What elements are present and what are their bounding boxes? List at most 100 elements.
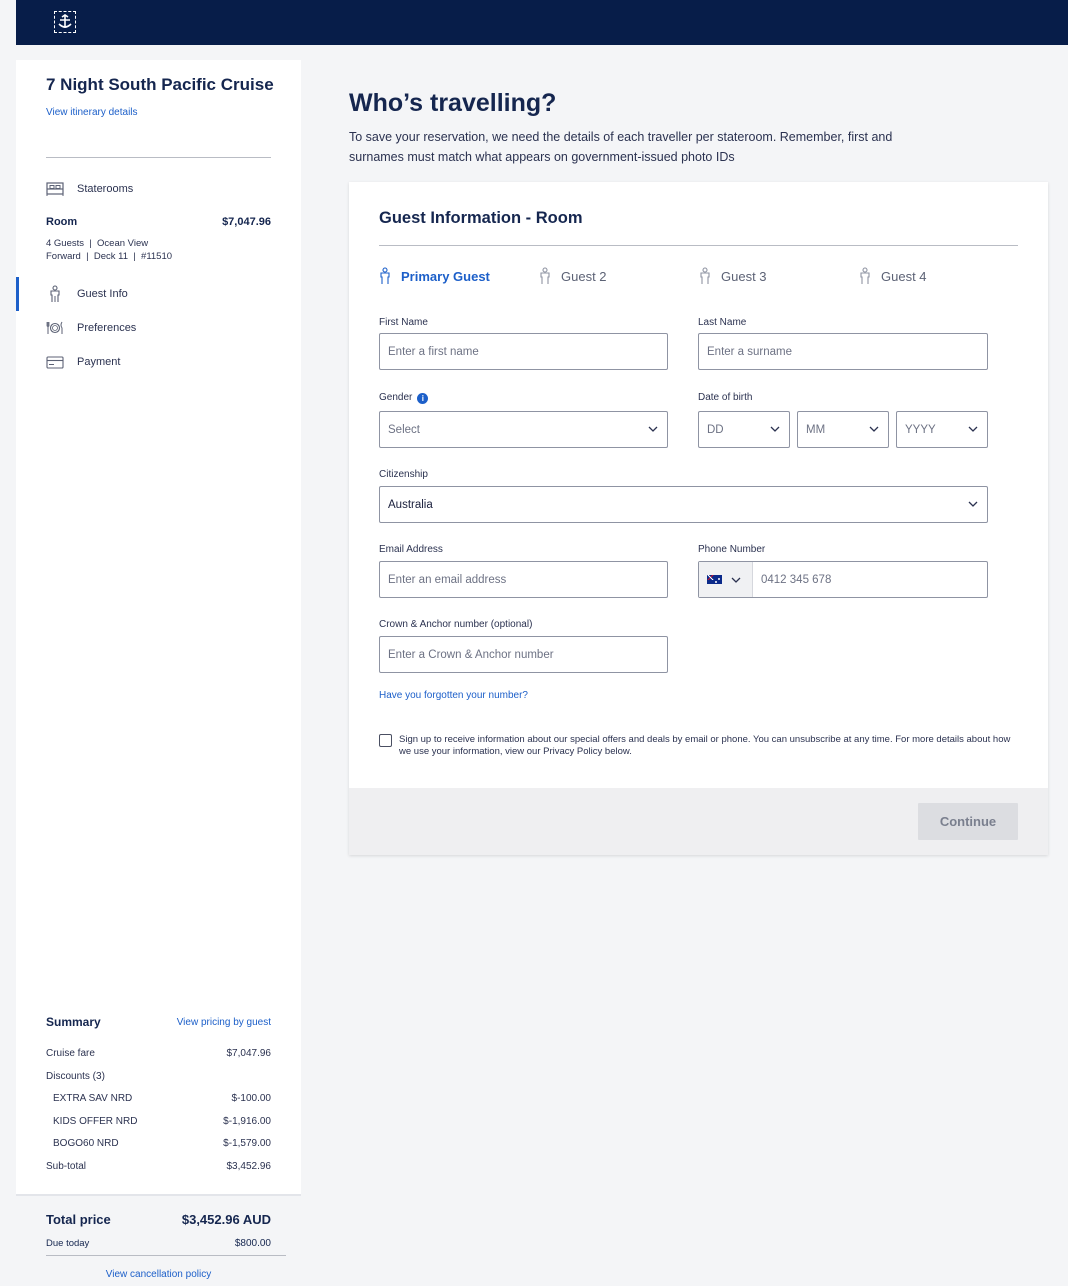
gender-label-text: Gender [379,392,413,403]
marketing-consent-checkbox[interactable] [379,734,392,747]
email-field[interactable]: Enter an email address [379,561,668,598]
forgot-number-link[interactable]: Have you forgotten your number? [379,690,528,701]
card-footer: Continue [349,788,1048,855]
step-label: Preferences [77,322,137,334]
crown-anchor-label: Crown & Anchor number (optional) [379,619,533,630]
dob-day-select[interactable]: DD [698,411,790,448]
summary-label: BOGO60 NRD [53,1138,119,1149]
step-preferences[interactable]: Preferences [16,316,301,340]
person-icon [379,267,391,285]
tab-label: Guest 2 [561,268,607,284]
country-code-select[interactable] [699,562,753,597]
citizenship-value: Australia [388,498,433,511]
step-label: Staterooms [77,183,134,195]
summary-value: $-100.00 [231,1093,271,1104]
guest-information-card: Guest Information - Room Primary Guest G… [349,182,1048,855]
phone-field[interactable]: 0412 345 678 [698,561,988,598]
crown-anchor-field[interactable]: Enter a Crown & Anchor number [379,636,668,673]
summary-value: $-1,916.00 [223,1116,271,1127]
australia-flag-icon [707,575,722,584]
continue-button[interactable]: Continue [918,803,1018,840]
total-divider [46,1255,286,1256]
tab-label: Guest 3 [721,268,767,284]
card-divider [379,245,1018,246]
dob-month-value: MM [806,423,826,436]
room-summary: Room $7,047.96 [46,216,271,228]
first-name-field[interactable]: Enter a first name [379,333,668,370]
cancellation-policy-link[interactable]: View cancellation policy [16,1269,301,1280]
room-price: $7,047.96 [222,216,271,228]
step-payment[interactable]: Payment [16,350,301,374]
dob-year-select[interactable]: YYYY [896,411,988,448]
room-details-line1: 4 Guests | Ocean View [46,238,149,249]
citizenship-label: Citizenship [379,469,428,480]
tab-guest-4[interactable]: Guest 4 [859,267,927,285]
summary-value: $7,047.96 [226,1048,272,1059]
view-pricing-link[interactable]: View pricing by guest [177,1017,271,1028]
last-name-label: Last Name [698,317,747,328]
chevron-down-icon [869,426,879,432]
first-name-label: First Name [379,317,428,328]
bed-icon [46,180,64,198]
step-label: Guest Info [77,288,128,300]
dob-day-value: DD [707,423,724,436]
top-header-bar [16,0,1068,45]
crown-anchor-logo-icon[interactable] [54,11,76,33]
page-title: Who’s travelling? [349,89,557,117]
summary-label: Cruise fare [46,1048,95,1059]
booking-sidebar: 7 Night South Pacific Cruise View itiner… [16,60,301,1286]
chevron-down-icon [968,501,978,507]
dob-label: Date of birth [698,392,753,403]
step-staterooms[interactable]: Staterooms [16,177,301,201]
chevron-down-icon [648,426,658,432]
credit-card-icon [46,353,64,371]
summary-row-discounts: Discounts (3) [46,1071,271,1082]
tab-guest-3[interactable]: Guest 3 [699,267,767,285]
chevron-down-icon [731,577,741,583]
step-guest-info[interactable]: Guest Info [16,277,301,311]
phone-placeholder: 0412 345 678 [761,573,832,586]
last-name-field[interactable]: Enter a surname [698,333,988,370]
summary-label: Discounts (3) [46,1071,105,1082]
room-details-line2: Forward | Deck 11 | #11510 [46,251,173,262]
gender-select[interactable]: Select [379,411,668,448]
summary-row-discount: EXTRA SAV NRD $-100.00 [46,1093,271,1104]
total-price-label: Total price [46,1212,111,1227]
summary-label: EXTRA SAV NRD [53,1093,133,1104]
room-label: Room [46,216,78,228]
phone-label: Phone Number [698,544,766,555]
tab-label: Guest 4 [881,268,927,284]
page-description: To save your reservation, we need the de… [349,130,893,164]
info-icon[interactable]: i [417,393,429,404]
dob-year-value: YYYY [905,423,936,436]
total-price-value: $3,452.96 AUD [181,1212,271,1227]
cruise-title: 7 Night South Pacific Cruise [46,75,274,94]
due-today-value: $800.00 [234,1238,271,1249]
person-icon [859,267,871,285]
total-price-panel: Total price $3,452.96 AUD Due today $800… [16,1194,301,1286]
step-label: Payment [77,356,121,368]
summary-row-cruise-fare: Cruise fare $7,047.96 [46,1048,271,1059]
tab-label: Primary Guest [401,268,490,284]
tab-guest-2[interactable]: Guest 2 [539,267,607,285]
summary-title: Summary [46,1015,101,1029]
tab-primary-guest[interactable]: Primary Guest [379,267,490,285]
summary-value: $-1,579.00 [223,1138,271,1149]
email-label: Email Address [379,544,443,555]
gender-label: Gender i [379,392,429,404]
summary-row-discount: BOGO60 NRD $-1,579.00 [46,1138,271,1149]
chevron-down-icon [968,426,978,432]
marketing-consent-text: Sign up to receive information about our… [399,734,1011,757]
itinerary-details-link[interactable]: View itinerary details [46,107,138,118]
gender-select-value: Select [388,423,420,436]
summary-label: KIDS OFFER NRD [53,1116,138,1127]
chevron-down-icon [770,426,780,432]
summary-label: Sub-total [46,1161,87,1172]
citizenship-select[interactable]: Australia [379,486,988,523]
summary-row-discount: KIDS OFFER NRD $-1,916.00 [46,1116,271,1127]
person-icon [539,267,551,285]
due-today-label: Due today [46,1238,90,1249]
person-icon [699,267,711,285]
dob-month-select[interactable]: MM [797,411,889,448]
card-title: Guest Information - Room [379,209,583,227]
